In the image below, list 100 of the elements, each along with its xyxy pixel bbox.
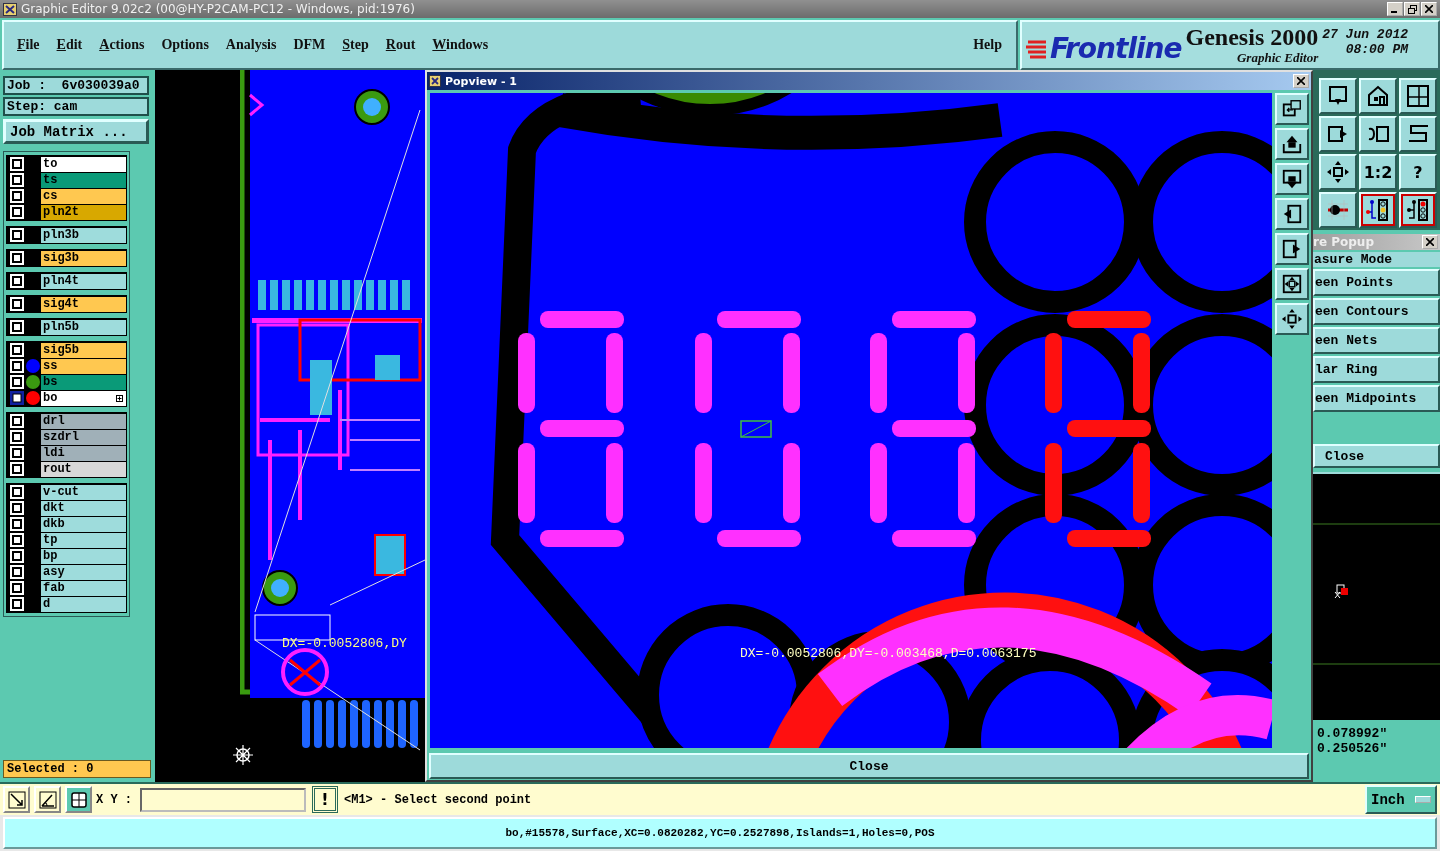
layer-name[interactable]: dkt	[41, 500, 126, 516]
layer-name[interactable]: szdrl	[41, 429, 126, 445]
layer-name[interactable]: pln5b	[41, 319, 126, 335]
toolbar-button[interactable]	[1319, 78, 1357, 114]
layer-name[interactable]: sig4t	[41, 296, 126, 312]
menu-item[interactable]: Edit	[56, 37, 83, 53]
layer-checkbox[interactable]	[10, 581, 24, 595]
move-arrows-icon	[1326, 160, 1350, 184]
layer-name[interactable]: ldi	[41, 445, 126, 461]
toolbar-button[interactable]	[1359, 116, 1397, 152]
minimize-button[interactable]	[1387, 2, 1403, 16]
layer-name[interactable]: v-cut	[41, 484, 126, 500]
layer-checkbox[interactable]	[10, 375, 24, 389]
layer-checkbox[interactable]	[10, 462, 24, 476]
execute-button[interactable]: !	[312, 786, 338, 813]
tool-button[interactable]	[34, 786, 61, 813]
layer-name[interactable]: pln2t	[41, 204, 126, 220]
layer-name[interactable]: drl	[41, 413, 126, 429]
layer-checkbox[interactable]	[10, 274, 24, 288]
close-button[interactable]	[1293, 74, 1309, 88]
layer-checkbox[interactable]	[10, 189, 24, 203]
layer-name[interactable]: bp	[41, 548, 126, 564]
layer-checkbox[interactable]	[10, 549, 24, 563]
toolbar-button[interactable]	[1275, 303, 1309, 335]
layer-name[interactable]: sig5b	[41, 342, 126, 358]
restore-button[interactable]	[1404, 2, 1420, 16]
close-button[interactable]: Close	[429, 753, 1309, 779]
menu-item[interactable]: Analysis	[225, 37, 277, 53]
layer-checkbox[interactable]	[10, 157, 24, 171]
layer-name[interactable]: asy	[41, 564, 126, 580]
layer-checkbox[interactable]	[10, 597, 24, 611]
tool-button[interactable]	[3, 786, 30, 813]
menu-item[interactable]: Options	[161, 37, 209, 53]
layer-name[interactable]: tp	[41, 532, 126, 548]
toolbar-button[interactable]	[1275, 163, 1309, 195]
menu-item[interactable]: File	[17, 37, 40, 53]
menu-item[interactable]: Step	[342, 37, 369, 53]
toolbar-button[interactable]	[1359, 78, 1397, 114]
layer-checkbox[interactable]	[10, 205, 24, 219]
toolbar-button[interactable]: 1:2	[1359, 154, 1397, 190]
toolbar-button[interactable]	[1399, 116, 1437, 152]
layer-name[interactable]: rout	[41, 461, 126, 477]
layer-checkbox[interactable]	[10, 446, 24, 460]
toolbar-button[interactable]	[1275, 93, 1309, 125]
layer-checkbox[interactable]	[10, 251, 24, 265]
close-button[interactable]: Close	[1313, 444, 1440, 468]
close-button[interactable]	[1422, 235, 1438, 249]
measure-option[interactable]: een Contours	[1313, 298, 1440, 325]
layer-checkbox[interactable]	[10, 533, 24, 547]
layer-name[interactable]: pln4t	[41, 273, 126, 289]
coordinate-input[interactable]	[140, 787, 306, 812]
units-dropdown[interactable]: Inch	[1365, 785, 1437, 814]
layer-checkbox[interactable]	[10, 430, 24, 444]
layer-checkbox[interactable]	[10, 359, 24, 373]
coordinate-value: 0.078992"	[1317, 726, 1389, 741]
layer-checkbox[interactable]	[10, 414, 24, 428]
tool-button[interactable]	[65, 786, 92, 813]
layer-checkbox[interactable]	[10, 501, 24, 515]
layer-checkbox[interactable]	[10, 173, 24, 187]
layer-name[interactable]: ss	[41, 358, 126, 374]
toolbar-button[interactable]: ?	[1399, 154, 1437, 190]
toolbar-button[interactable]	[1275, 198, 1309, 230]
menu-item[interactable]: DFM	[293, 37, 326, 53]
layer-checkbox[interactable]	[10, 517, 24, 531]
layer-name[interactable]: d	[41, 596, 126, 612]
toolbar-button[interactable]	[1319, 154, 1357, 190]
measure-option[interactable]: lar Ring	[1313, 356, 1440, 383]
menu-item[interactable]: Actions	[99, 37, 145, 53]
layer-name[interactable]: cs	[41, 188, 126, 204]
layer-checkbox[interactable]	[10, 320, 24, 334]
layer-name[interactable]: bs	[41, 374, 126, 390]
menu-item[interactable]: Help	[973, 37, 1002, 53]
layer-name[interactable]: sig3b	[41, 250, 126, 266]
menu-item[interactable]: Rout	[385, 37, 416, 53]
measure-option[interactable]: een Nets	[1313, 327, 1440, 354]
layer-name[interactable]: bo	[41, 390, 126, 406]
layer-checkbox[interactable]	[10, 297, 24, 311]
layer-checkbox[interactable]	[10, 228, 24, 242]
layer-name[interactable]: pln3b	[41, 227, 126, 243]
toolbar-button[interactable]	[1359, 192, 1397, 228]
toolbar-button[interactable]	[1275, 233, 1309, 265]
job-matrix-button[interactable]: Job Matrix ...	[3, 119, 149, 144]
layer-checkbox[interactable]	[10, 391, 24, 405]
layer-name[interactable]: to	[41, 156, 126, 172]
toolbar-button[interactable]	[1399, 78, 1437, 114]
toolbar-button[interactable]	[1275, 268, 1309, 300]
layer-name[interactable]: ts	[41, 172, 126, 188]
toolbar-button[interactable]	[1275, 128, 1309, 160]
layer-checkbox[interactable]	[10, 565, 24, 579]
menu-item[interactable]: Windows	[432, 37, 489, 53]
layer-checkbox[interactable]	[10, 485, 24, 499]
toolbar-button[interactable]	[1399, 192, 1437, 228]
layer-checkbox[interactable]	[10, 343, 24, 357]
toolbar-button[interactable]	[1319, 192, 1357, 228]
layer-name[interactable]: fab	[41, 580, 126, 596]
layer-name[interactable]: dkb	[41, 516, 126, 532]
measure-option[interactable]: een Points	[1313, 269, 1440, 296]
measure-option[interactable]: een Midpoints	[1313, 385, 1440, 412]
close-button[interactable]	[1421, 2, 1437, 16]
toolbar-button[interactable]	[1319, 116, 1357, 152]
